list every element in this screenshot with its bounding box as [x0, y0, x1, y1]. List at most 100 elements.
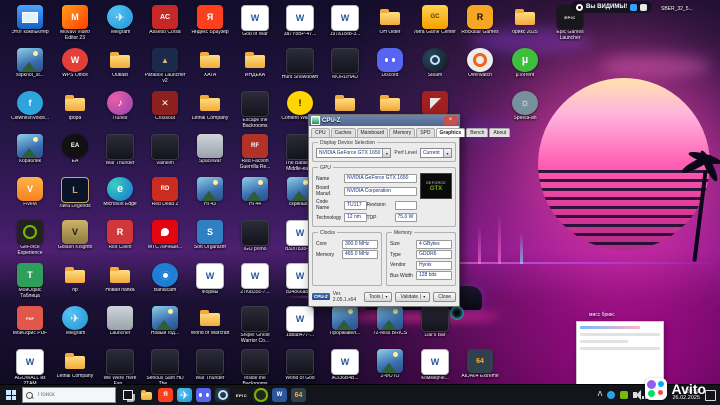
desktop-icon[interactable]: EA — [53, 134, 97, 165]
desktop-icon[interactable]: Lethal Company — [188, 91, 232, 122]
desktop-icon[interactable]: 27f0b35c-7... — [233, 263, 277, 296]
desktop-icon[interactable]: Telegram — [98, 5, 142, 36]
validate-button[interactable]: Validate ▾ — [395, 291, 431, 302]
tray-expand-chevron[interactable]: ᐱ — [598, 391, 603, 399]
start-button[interactable] — [0, 385, 22, 405]
desktop-icon[interactable]: МойОфис PDF — [8, 306, 52, 337]
desktop-icon[interactable]: 72-Miss BRICS — [368, 306, 412, 337]
desktop-icon[interactable]: Коммерче... — [413, 349, 457, 382]
desktop-icon[interactable]: MORDHAU — [323, 48, 367, 81]
desktop-icon[interactable]: ХАТА — [188, 48, 232, 79]
desktop-icon[interactable]: Serious Sam HD The... — [143, 349, 187, 387]
desktop-icon[interactable]: Bandicam — [143, 263, 187, 294]
desktop-file-label[interactable]: SBER_32_5... — [661, 6, 693, 12]
desktop-icon[interactable]: Riot Client — [98, 220, 142, 251]
desktop-icon[interactable]: FiveM — [8, 177, 52, 208]
desktop-icon[interactable]: Lethal Company — [53, 349, 97, 380]
desktop-icon[interactable]: HI 43 — [188, 177, 232, 208]
desktop-icon[interactable]: Проржавел... — [323, 306, 367, 337]
desktop-icon[interactable]: Soft Organizer — [188, 220, 232, 251]
desktop-icon[interactable]: Sniper Ghost Warrior Co... — [233, 306, 277, 344]
tools-button[interactable]: Tools ▾ — [363, 291, 393, 302]
desktop-icon[interactable]: µTorrent — [503, 48, 547, 79]
word-icon[interactable] — [272, 388, 287, 402]
cpuz-titlebar[interactable]: CPU-Z × — [309, 115, 459, 126]
desktop-icon[interactable]: We Were Here Exp... — [98, 349, 142, 387]
desktop-icon[interactable]: SpeedFan — [503, 91, 547, 122]
desktop-icon[interactable]: iTunes — [98, 91, 142, 122]
desktop-icon[interactable]: HI 44 — [233, 177, 277, 208]
task-view-button-icon[interactable] — [120, 388, 135, 402]
desktop-icon[interactable]: Inside the Backrooms — [233, 349, 277, 387]
desktop-icon[interactable]: брикс 2025 — [503, 5, 547, 36]
desktop-icon[interactable]: God of War — [233, 5, 277, 38]
aida64-icon[interactable] — [291, 388, 306, 402]
desktop-icon[interactable]: Overwatch — [458, 48, 502, 79]
desktop-icon[interactable]: Новый год... — [143, 306, 187, 337]
desktop-icon[interactable]: Crossout — [143, 91, 187, 122]
desktop-icon[interactable]: МТС Личный... — [143, 220, 187, 251]
desktop-icon[interactable]: Valheim — [143, 134, 187, 167]
yandex-browser-icon[interactable] — [158, 388, 173, 402]
action-center-icon[interactable] — [705, 389, 716, 401]
geforce-experience-icon[interactable] — [253, 388, 268, 402]
desktop-icon[interactable]: 1dbab477-... — [278, 306, 322, 339]
desktop-icon[interactable]: фора — [53, 91, 97, 122]
tab-spd[interactable]: SPD — [416, 128, 435, 137]
desktop-icon[interactable]: Movavi Video Editor 23 — [53, 5, 97, 41]
tab-memory[interactable]: Memory — [389, 128, 416, 137]
desktop-icon[interactable]: Launcher — [98, 306, 142, 337]
desktop-icon[interactable]: 2-ФОТО — [368, 349, 412, 380]
tab-mainboard[interactable]: Mainboard — [356, 128, 389, 137]
telegram-icon[interactable] — [177, 388, 192, 402]
tab-bench[interactable]: Bench — [466, 128, 489, 137]
volume-icon[interactable] — [633, 390, 642, 400]
overlay-mini-icon[interactable] — [640, 3, 648, 11]
tab-about[interactable]: About — [489, 128, 511, 137]
close-window-button[interactable]: Close — [433, 291, 456, 302]
desktop-file-label[interactable]: мисс брикс — [589, 312, 615, 318]
tab-caches[interactable]: Caches — [330, 128, 356, 137]
perf-level-dropdown[interactable]: Current ▾ — [419, 148, 452, 158]
desktop-icon[interactable]: Red Faction Guerrilla Re... — [233, 134, 277, 170]
desktop-icon[interactable]: Red Dead 2 — [143, 177, 187, 208]
desktop-icon[interactable]: Этот компьютер — [8, 5, 52, 36]
desktop-icon[interactable]: GeForce Experience — [8, 220, 52, 256]
desktop-icon[interactable]: Лига Legends — [53, 177, 97, 210]
taskbar-search[interactable] — [22, 387, 116, 403]
search-input[interactable] — [36, 391, 104, 399]
desktop-icon[interactable]: Liar's Bar — [413, 306, 457, 339]
desktop-icon[interactable]: Escape the Backrooms — [233, 91, 277, 129]
desktop-icon[interactable]: Telegram — [53, 306, 97, 337]
desktop-icon[interactable]: World of Warcraft — [188, 306, 232, 337]
discord-icon[interactable] — [196, 388, 211, 402]
desktop-icon[interactable]: Spacewar — [188, 134, 232, 165]
desktop-icon[interactable]: Новая папка — [98, 263, 142, 294]
desktop-icon[interactable]: Golden Knights — [53, 220, 97, 251]
desktop-icon[interactable]: 197a1ceb-3... — [323, 5, 367, 38]
desktop-icon[interactable]: Steam — [413, 48, 457, 79]
desktop-icon[interactable]: Лига Game Center — [413, 5, 457, 36]
epic-games-icon[interactable] — [234, 388, 249, 402]
display-device-dropdown[interactable]: NVIDIA GeForce GTX 1650 ▾ — [316, 148, 392, 158]
desktop-icon[interactable]: WPS Office — [53, 48, 97, 79]
desktop-icon[interactable]: AIDA64 Extreme — [458, 349, 502, 380]
desktop-icon[interactable]: slipknot_st... — [8, 48, 52, 79]
desktop-icon[interactable]: ОН Older — [368, 5, 412, 36]
steam-icon[interactable] — [215, 388, 230, 402]
desktop-icon[interactable]: Яндекс Браузер — [188, 5, 232, 36]
desktop-icon[interactable]: Outlast — [98, 48, 142, 79]
desktop-icon[interactable]: Rockstar Games — [458, 5, 502, 36]
desktop-icon[interactable]: ClownfishVoice... — [8, 91, 52, 122]
desktop-icon[interactable]: War Thunder — [98, 134, 142, 167]
overlay-mini-icon[interactable] — [630, 3, 638, 11]
desktop-icon[interactable]: Microsoft Edge — [98, 177, 142, 208]
desktop-icon[interactable]: Формы — [188, 263, 232, 296]
desktop-icon[interactable]: Hunt Showdown — [278, 48, 322, 81]
desktop-icon[interactable]: iGO primo — [233, 220, 277, 253]
nvidia-tray-icon[interactable] — [620, 391, 629, 399]
desktop-icon[interactable]: War Thunder — [188, 349, 232, 382]
desktop-icon[interactable]: AGOWALL из 2ТАМ — [8, 349, 52, 387]
desktop-icon[interactable]: 3a7Y8BP-47... — [278, 5, 322, 38]
telegram-tray-icon[interactable] — [607, 391, 616, 399]
